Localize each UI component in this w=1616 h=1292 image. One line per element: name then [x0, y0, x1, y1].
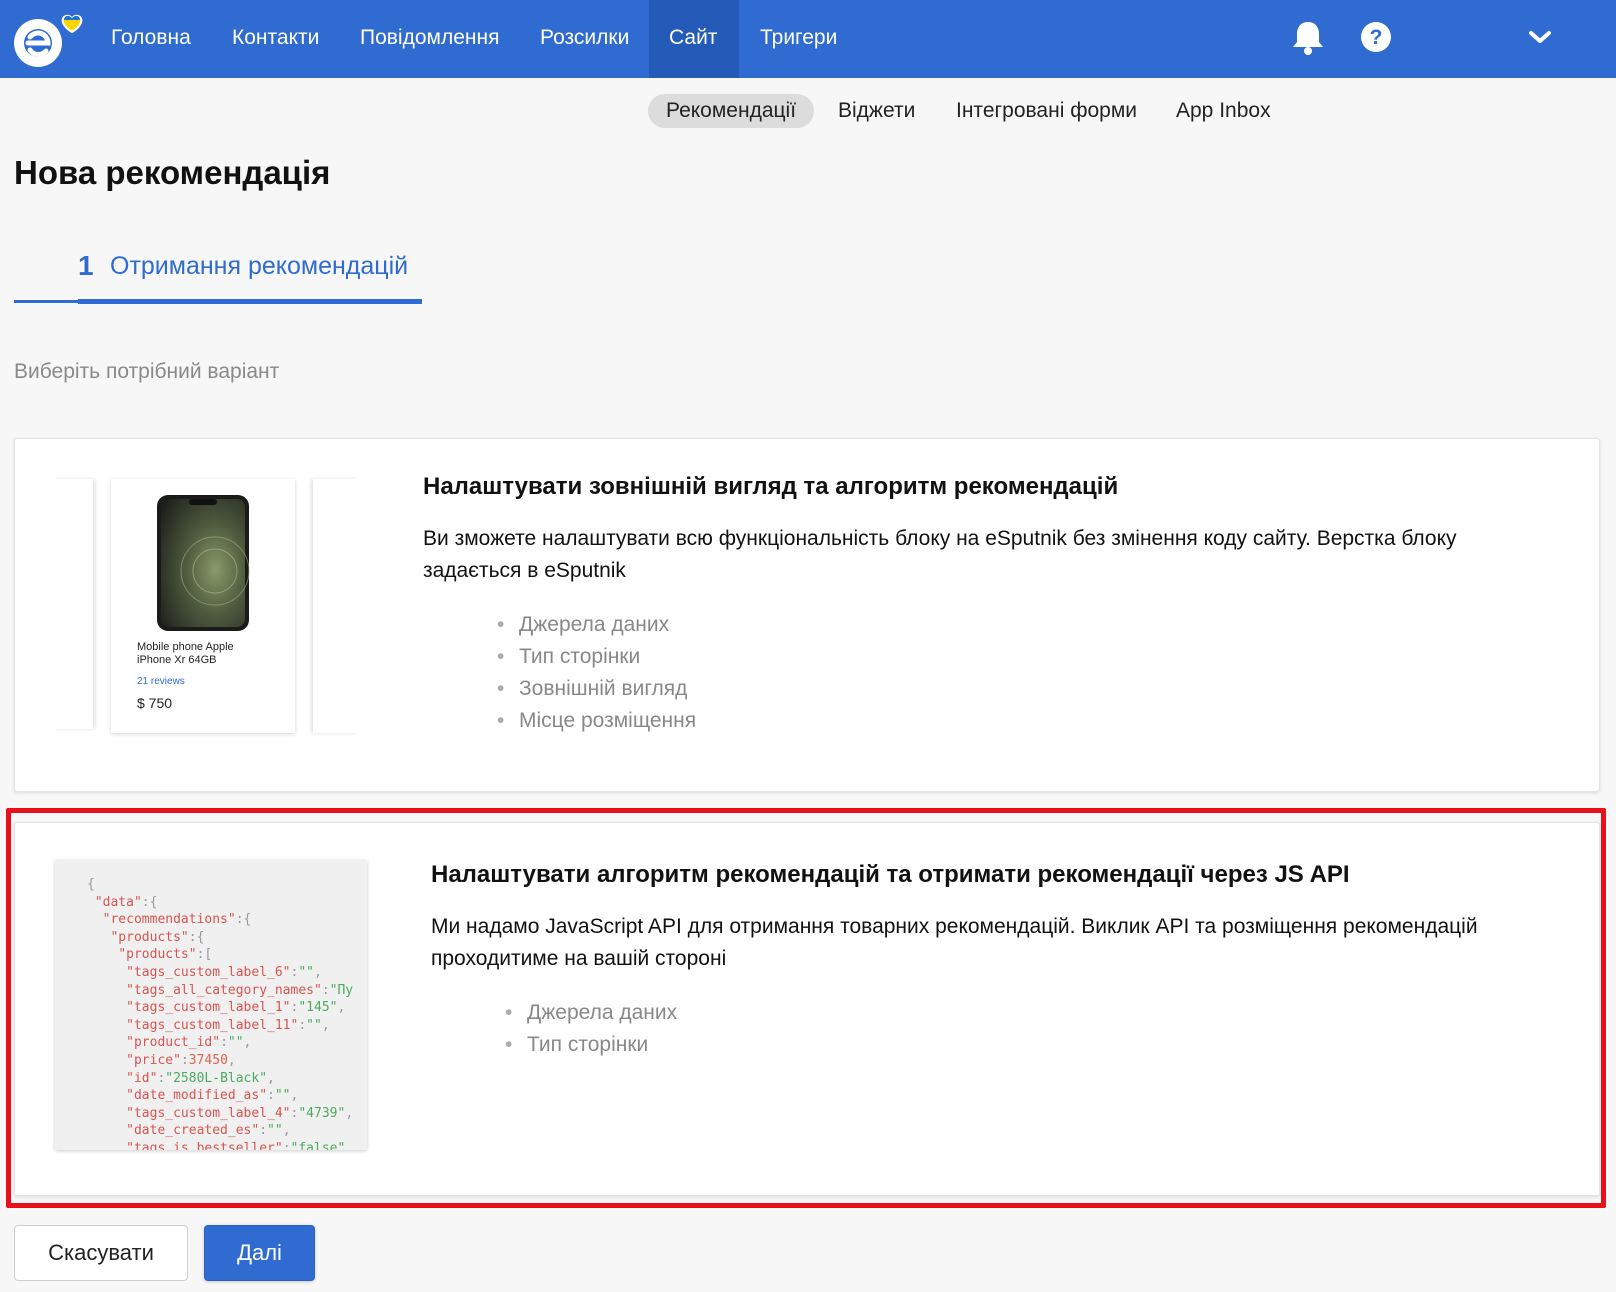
product-preview-card: Mobile phone Apple iPhone Xr 64GB 21 rev…	[111, 479, 295, 733]
list-item: Місце розміщення	[497, 705, 696, 737]
nav-item-campaigns[interactable]: Розсилки	[520, 0, 649, 78]
product-price: $ 750	[137, 695, 173, 711]
option-description: Ви зможете налаштувати всю функціональні…	[423, 527, 1457, 582]
choose-option-hint: Виберіть потрібний варіант	[14, 360, 280, 383]
subnav-widgets[interactable]: Віджети	[820, 94, 933, 128]
step-label[interactable]: Отримання рекомендацій	[110, 252, 408, 281]
preview-card-right-partial	[313, 479, 357, 733]
list-item: Тип сторінки	[497, 641, 696, 673]
stepper-active-underline	[78, 299, 422, 304]
smartphone-image	[157, 495, 250, 631]
cancel-button[interactable]: Скасувати	[14, 1225, 188, 1281]
option-title: Налаштувати зовнішній вигляд та алгоритм…	[423, 473, 1119, 500]
nav-item-contacts[interactable]: Контакти	[212, 0, 339, 78]
next-button[interactable]: Далі	[204, 1225, 315, 1281]
list-item: Джерела даних	[497, 609, 696, 641]
notification-bell-icon[interactable]	[1290, 18, 1326, 58]
esputnik-logo[interactable]	[12, 6, 92, 72]
option-card-visual-and-algorithm[interactable]: Mobile phone Apple iPhone Xr 64GB 21 rev…	[14, 438, 1600, 792]
product-reviews: 21 reviews	[137, 676, 185, 687]
selected-option-highlight	[6, 808, 1606, 1208]
page-title: Нова рекомендація	[14, 154, 331, 191]
stepper-track	[14, 300, 78, 303]
nav-item-messages[interactable]: Повідомлення	[340, 0, 519, 78]
nav-item-triggers[interactable]: Тригери	[740, 0, 857, 78]
help-icon[interactable]: ?	[1358, 18, 1394, 58]
top-navigation-bar: Головна Контакти Повідомлення Розсилки С…	[0, 0, 1616, 78]
preview-card-left-partial	[53, 479, 93, 729]
nav-item-home[interactable]: Головна	[91, 0, 211, 78]
step-number: 1	[78, 250, 94, 281]
product-name: Mobile phone Apple iPhone Xr 64GB	[137, 641, 234, 666]
subnav-integrated-forms[interactable]: Інтегровані форми	[938, 94, 1155, 128]
subnav-recommendations[interactable]: Рекомендації	[648, 94, 815, 128]
chevron-down-icon[interactable]	[1522, 18, 1558, 58]
nav-item-site[interactable]: Сайт	[649, 0, 739, 78]
svg-text:?: ?	[1370, 26, 1383, 49]
list-item: Зовнішній вигляд	[497, 673, 696, 705]
option-feature-list: Джерела даних Тип сторінки Зовнішній виг…	[497, 609, 696, 737]
subnav-app-inbox[interactable]: App Inbox	[1158, 94, 1289, 128]
